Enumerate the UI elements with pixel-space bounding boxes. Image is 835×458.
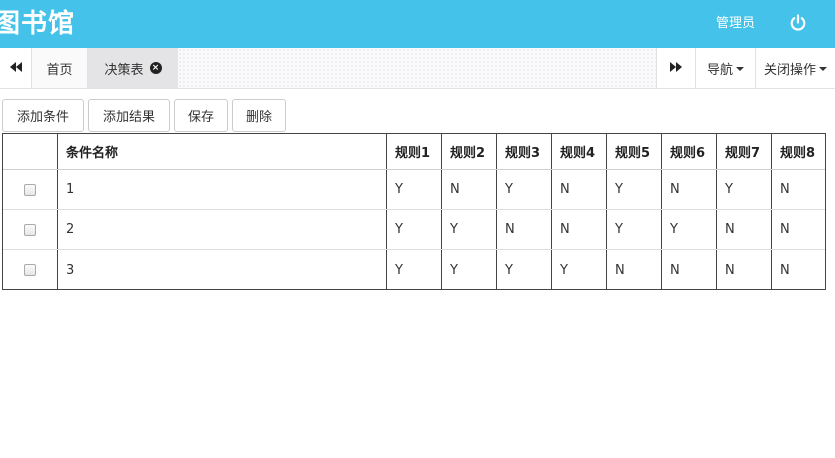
rule-cell[interactable]: Y <box>386 170 441 209</box>
rule-cell[interactable]: Y <box>386 250 441 290</box>
rule-cell[interactable]: N <box>551 210 606 249</box>
condition-name-cell[interactable]: 1 <box>57 170 386 209</box>
table-row: 2 Y Y N N Y Y N N <box>3 210 825 250</box>
rule-cell[interactable]: Y <box>606 170 661 209</box>
tab-scroll-left-button[interactable] <box>0 48 32 88</box>
rule-cell[interactable]: N <box>716 210 771 249</box>
table-row: 3 Y Y Y Y N N N N <box>3 250 825 290</box>
rule-cell[interactable]: Y <box>661 210 716 249</box>
tab-bar: 首页 决策表 × 导航 关闭操作 <box>0 48 835 89</box>
rule-cell[interactable]: N <box>716 250 771 290</box>
rule-cell[interactable]: Y <box>441 210 496 249</box>
rule-cell[interactable]: N <box>496 210 551 249</box>
forward-icon <box>670 61 682 76</box>
rule-cell[interactable]: N <box>606 250 661 290</box>
rule-cell[interactable]: Y <box>496 170 551 209</box>
condition-name-cell[interactable]: 2 <box>57 210 386 249</box>
close-operations-label: 关闭操作 <box>763 62 816 78</box>
rule-cell[interactable]: Y <box>606 210 661 249</box>
caret-down-icon <box>736 67 744 71</box>
column-header[interactable]: 规则6 <box>661 134 716 169</box>
rule-cell[interactable]: N <box>441 170 496 209</box>
rule-cell[interactable]: Y <box>496 250 551 290</box>
rule-cell[interactable]: Y <box>441 250 496 290</box>
column-header[interactable]: 条件名称 <box>57 134 386 169</box>
row-checkbox[interactable] <box>24 223 36 236</box>
tab-home[interactable]: 首页 <box>32 48 88 88</box>
tab-decision-table[interactable]: 决策表 × <box>88 48 178 88</box>
admin-user-link[interactable]: 管理员 <box>716 15 755 33</box>
app-header: 图书馆 管理员 <box>0 0 835 48</box>
nav-dropdown-label: 导航 <box>706 62 733 78</box>
decision-table: 条件名称 规则1 规则2 规则3 规则4 规则5 规则6 规则7 规则8 1 Y… <box>2 133 826 290</box>
nav-dropdown[interactable]: 导航 <box>696 48 756 88</box>
rule-cell[interactable]: N <box>661 170 716 209</box>
tab-scroll-right-button[interactable] <box>656 48 696 88</box>
brand-title: 图书馆 <box>0 9 76 39</box>
rule-cell[interactable]: N <box>551 170 606 209</box>
column-header[interactable]: 规则3 <box>496 134 551 169</box>
close-circle-icon[interactable]: × <box>149 62 162 74</box>
tab-home-label: 首页 <box>46 62 73 78</box>
caret-down-icon <box>819 67 827 71</box>
add-condition-button[interactable]: 添加条件 <box>2 99 84 132</box>
rule-cell[interactable]: N <box>661 250 716 290</box>
row-select-cell <box>3 170 57 209</box>
rule-cell[interactable]: Y <box>386 210 441 249</box>
power-icon[interactable] <box>788 13 808 33</box>
column-header[interactable]: 规则4 <box>551 134 606 169</box>
row-select-cell <box>3 210 57 249</box>
save-button[interactable]: 保存 <box>174 99 228 132</box>
table-row: 1 Y N Y N Y N Y N <box>3 170 825 210</box>
close-operations-dropdown[interactable]: 关闭操作 <box>756 48 835 88</box>
tab-bar-background <box>178 48 656 88</box>
delete-button[interactable]: 删除 <box>232 99 286 132</box>
row-select-cell <box>3 250 57 290</box>
table-header-row: 条件名称 规则1 规则2 规则3 规则4 规则5 规则6 规则7 规则8 <box>3 134 825 170</box>
add-result-button[interactable]: 添加结果 <box>88 99 170 132</box>
backward-icon <box>9 61 22 76</box>
condition-name-cell[interactable]: 3 <box>57 250 386 290</box>
rule-cell[interactable]: N <box>771 170 825 209</box>
select-column-header <box>3 134 57 169</box>
column-header[interactable]: 规则5 <box>606 134 661 169</box>
tab-decision-table-label: 决策表 <box>104 62 144 78</box>
rule-cell[interactable]: N <box>771 210 825 249</box>
rule-cell[interactable]: Y <box>716 170 771 209</box>
row-checkbox[interactable] <box>24 183 36 196</box>
row-checkbox[interactable] <box>24 264 36 276</box>
column-header[interactable]: 规则7 <box>716 134 771 169</box>
rule-cell[interactable]: Y <box>551 250 606 290</box>
column-header[interactable]: 规则8 <box>771 134 825 169</box>
column-header[interactable]: 规则1 <box>386 134 441 169</box>
column-header[interactable]: 规则2 <box>441 134 496 169</box>
rule-cell[interactable]: N <box>771 250 825 290</box>
